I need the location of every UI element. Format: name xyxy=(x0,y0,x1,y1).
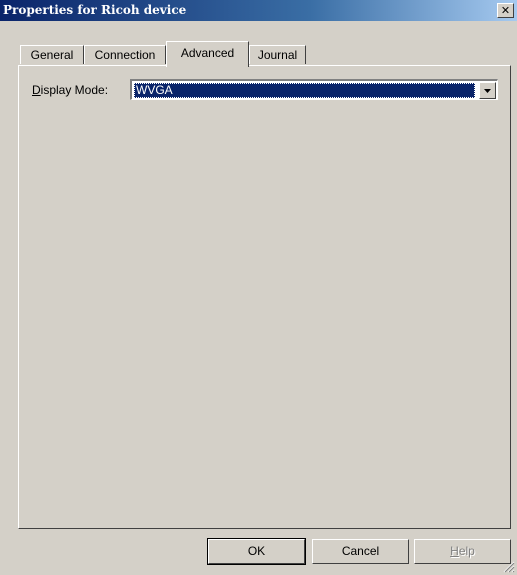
display-mode-mnemonic: D xyxy=(32,83,41,97)
tab-label: General xyxy=(30,48,74,62)
close-button[interactable]: ✕ xyxy=(497,3,514,18)
display-mode-label: Display Mode: xyxy=(32,83,108,97)
display-mode-select[interactable]: WVGA xyxy=(130,79,498,100)
display-mode-value: WVGA xyxy=(134,83,475,98)
tab-label: Connection xyxy=(94,48,156,62)
display-mode-label-rest: isplay Mode: xyxy=(40,83,109,97)
tab-journal[interactable]: Journal xyxy=(249,45,306,64)
chevron-down-icon xyxy=(484,89,491,93)
resize-grip-icon[interactable] xyxy=(503,561,515,573)
tab-connection[interactable]: Connection xyxy=(84,45,166,64)
help-mnemonic: H xyxy=(450,544,459,558)
window-title: Properties for Ricoh device xyxy=(3,3,187,17)
tab-label: Advanced xyxy=(180,46,235,60)
tab-label: Journal xyxy=(257,48,298,62)
help-label-rest: elp xyxy=(458,544,475,558)
tab-general[interactable]: General xyxy=(20,45,84,64)
cancel-button[interactable]: Cancel xyxy=(312,539,409,564)
ok-button[interactable]: OK xyxy=(207,538,306,565)
help-button[interactable]: Help xyxy=(414,539,511,564)
close-icon: ✕ xyxy=(500,4,511,17)
tab-panel-advanced xyxy=(18,65,511,529)
tab-advanced[interactable]: Advanced xyxy=(166,41,249,67)
title-bar[interactable]: Properties for Ricoh device ✕ xyxy=(0,0,517,21)
dropdown-button[interactable] xyxy=(479,82,496,99)
